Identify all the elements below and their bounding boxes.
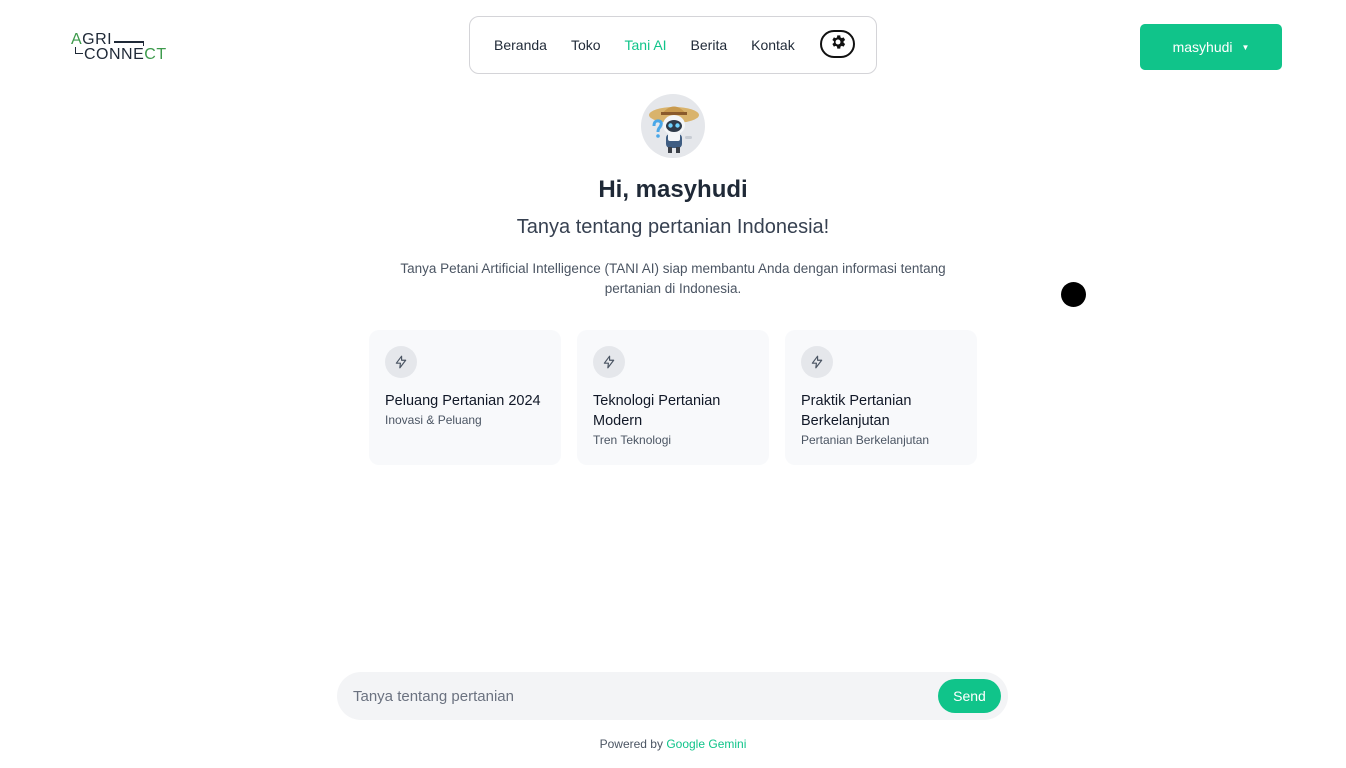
suggestion-card-peluang[interactable]: Peluang Pertanian 2024 Inovasi & Peluang — [369, 330, 561, 465]
powered-by-text: Powered by Google Gemini — [0, 737, 1346, 751]
nav-item-beranda[interactable]: Beranda — [494, 37, 547, 53]
card-subtitle: Tren Teknologi — [593, 433, 672, 447]
logo-line2: CONNECT — [84, 47, 167, 63]
greeting-heading: Hi, masyhudi — [598, 176, 748, 203]
nav-item-kontak[interactable]: Kontak — [751, 37, 795, 53]
card-title: Praktik Pertanian Berkelanjutan — [801, 393, 912, 429]
caret-down-icon: ▼ — [1241, 42, 1250, 52]
main-nav: Beranda Toko Tani AI Berita Kontak — [469, 16, 877, 74]
logo-letter-a: A — [71, 31, 83, 48]
farmer-robot-avatar — [641, 94, 705, 158]
user-menu-button[interactable]: masyhudi ▼ — [1140, 24, 1282, 70]
card-title: Teknologi Pertanian Modern — [593, 393, 721, 429]
lightning-icon — [385, 346, 417, 378]
suggestion-card-teknologi[interactable]: Teknologi Pertanian Modern Tren Teknolog… — [577, 330, 769, 465]
suggestion-card-praktik[interactable]: Praktik Pertanian Berkelanjutan Pertania… — [785, 330, 977, 465]
logo-line-decoration — [114, 41, 144, 45]
card-subtitle: Inovasi & Peluang — [385, 413, 482, 427]
chat-input[interactable] — [353, 682, 913, 710]
send-button[interactable]: Send — [938, 679, 1001, 713]
powered-by-brand-link[interactable]: Google Gemini — [666, 737, 746, 751]
cursor-indicator — [1061, 282, 1086, 307]
hero-subtitle: Tanya tentang pertanian Indonesia! — [516, 216, 830, 238]
card-subtitle: Pertanian Berkelanjutan — [801, 433, 930, 447]
chat-input-bar: Send — [337, 672, 1008, 720]
logo-text-conne: CONNE — [84, 46, 145, 63]
powered-by-prefix: Powered by — [599, 737, 663, 751]
theme-toggle-button[interactable] — [820, 30, 855, 58]
user-name: masyhudi — [1172, 39, 1233, 55]
logo-hook-decoration — [75, 47, 83, 54]
gear-icon — [829, 33, 847, 56]
card-title: Peluang Pertanian 2024 — [385, 393, 541, 409]
lightning-icon — [801, 346, 833, 378]
hero-description: Tanya Petani Artificial Intelligence (TA… — [400, 261, 946, 296]
logo-text-ct: CT — [144, 46, 167, 63]
nav-item-toko[interactable]: Toko — [571, 37, 601, 53]
agriconnect-logo[interactable]: AGRI CONNECT — [71, 32, 171, 66]
nav-item-berita[interactable]: Berita — [691, 37, 728, 53]
nav-item-tani-ai[interactable]: Tani AI — [625, 37, 667, 53]
lightning-icon — [593, 346, 625, 378]
